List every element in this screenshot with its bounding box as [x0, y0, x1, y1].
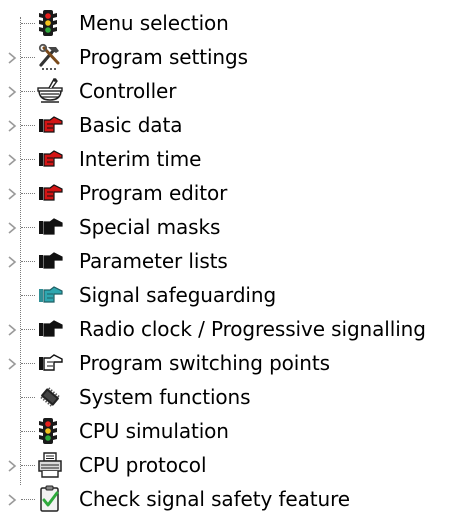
chevron-right-icon[interactable] — [6, 322, 18, 336]
tree-item-menu-selection[interactable]: Menu selection — [0, 6, 460, 40]
tree-connector — [21, 23, 35, 24]
clipboard-check-icon — [35, 484, 65, 514]
tree-connector — [21, 261, 35, 262]
tree-item-label: Signal safeguarding — [79, 283, 277, 307]
tree-item-interim-time[interactable]: Interim time — [0, 142, 460, 176]
tree-item-label: System functions — [79, 385, 251, 409]
tree-item-label: Check signal safety feature — [79, 487, 350, 511]
chevron-right-icon[interactable] — [6, 458, 18, 472]
chevron-right-icon[interactable] — [6, 152, 18, 166]
traffic-light-icon — [35, 416, 65, 446]
chevron-right-icon[interactable] — [6, 254, 18, 268]
tree-connector — [21, 363, 35, 364]
tree-connector — [21, 431, 35, 432]
chip-icon — [35, 382, 65, 412]
chevron-right-icon[interactable] — [6, 118, 18, 132]
tree-connector — [21, 295, 35, 296]
chevron-right-icon[interactable] — [6, 492, 18, 506]
tree-connector — [21, 227, 35, 228]
tree-connector — [21, 159, 35, 160]
black-pointing-hand-icon — [35, 246, 65, 276]
chevron-right-icon[interactable] — [6, 356, 18, 370]
outline-pointing-hand-icon — [35, 348, 65, 378]
tree-item-basic-data[interactable]: Basic data — [0, 108, 460, 142]
tree-connector — [21, 499, 35, 500]
tree-item-label: Basic data — [79, 113, 183, 137]
chevron-right-icon[interactable] — [6, 50, 18, 64]
tree-item-label: Menu selection — [79, 11, 229, 35]
tree-item-cpu-protocol[interactable]: CPU protocol — [0, 448, 460, 482]
tree-item-program-switching-points[interactable]: Program switching points — [0, 346, 460, 380]
tree-connector — [21, 329, 35, 330]
tree-item-label: Program switching points — [79, 351, 330, 375]
red-pointing-hand-icon — [35, 110, 65, 140]
teal-pointing-hand-icon — [35, 280, 65, 310]
traffic-light-icon — [35, 8, 65, 38]
tree-connector — [21, 91, 35, 92]
tree-connector — [21, 57, 35, 58]
tree-item-label: Interim time — [79, 147, 202, 171]
printer-icon — [35, 450, 65, 480]
chevron-right-icon[interactable] — [6, 84, 18, 98]
red-pointing-hand-icon — [35, 144, 65, 174]
tree-item-program-editor[interactable]: Program editor — [0, 176, 460, 210]
tree-item-controller[interactable]: Controller — [0, 74, 460, 108]
tree-connector — [21, 193, 35, 194]
tree-item-label: Special masks — [79, 215, 221, 239]
tree-item-radio-clock[interactable]: Radio clock / Progressive signalling — [0, 312, 460, 346]
controller-cabinet-icon — [35, 76, 65, 106]
chevron-right-icon[interactable] — [6, 220, 18, 234]
tree-item-label: Radio clock / Progressive signalling — [79, 317, 426, 341]
tree-connector — [21, 125, 35, 126]
black-pointing-hand-icon — [35, 314, 65, 344]
tree-item-label: CPU simulation — [79, 419, 229, 443]
tools-icon — [35, 42, 65, 72]
tree-item-special-masks[interactable]: Special masks — [0, 210, 460, 244]
tree-item-system-functions[interactable]: System functions — [0, 380, 460, 414]
red-pointing-hand-icon — [35, 178, 65, 208]
tree-item-label: Program settings — [79, 45, 248, 69]
black-pointing-hand-icon — [35, 212, 65, 242]
chevron-right-icon[interactable] — [6, 186, 18, 200]
tree-item-label: Parameter lists — [79, 249, 228, 273]
tree-item-signal-safeguarding[interactable]: Signal safeguarding — [0, 278, 460, 312]
tree-item-label: Program editor — [79, 181, 228, 205]
tree-connector — [21, 465, 35, 466]
tree-item-parameter-lists[interactable]: Parameter lists — [0, 244, 460, 278]
tree-item-check-signal-safety-feature[interactable]: Check signal safety feature — [0, 482, 460, 516]
tree-item-label: CPU protocol — [79, 453, 207, 477]
navigation-tree: Menu selection Program settings Controll… — [0, 0, 460, 519]
tree-item-cpu-simulation[interactable]: CPU simulation — [0, 414, 460, 448]
tree-item-label: Controller — [79, 79, 177, 103]
tree-connector — [21, 397, 35, 398]
tree-item-program-settings[interactable]: Program settings — [0, 40, 460, 74]
